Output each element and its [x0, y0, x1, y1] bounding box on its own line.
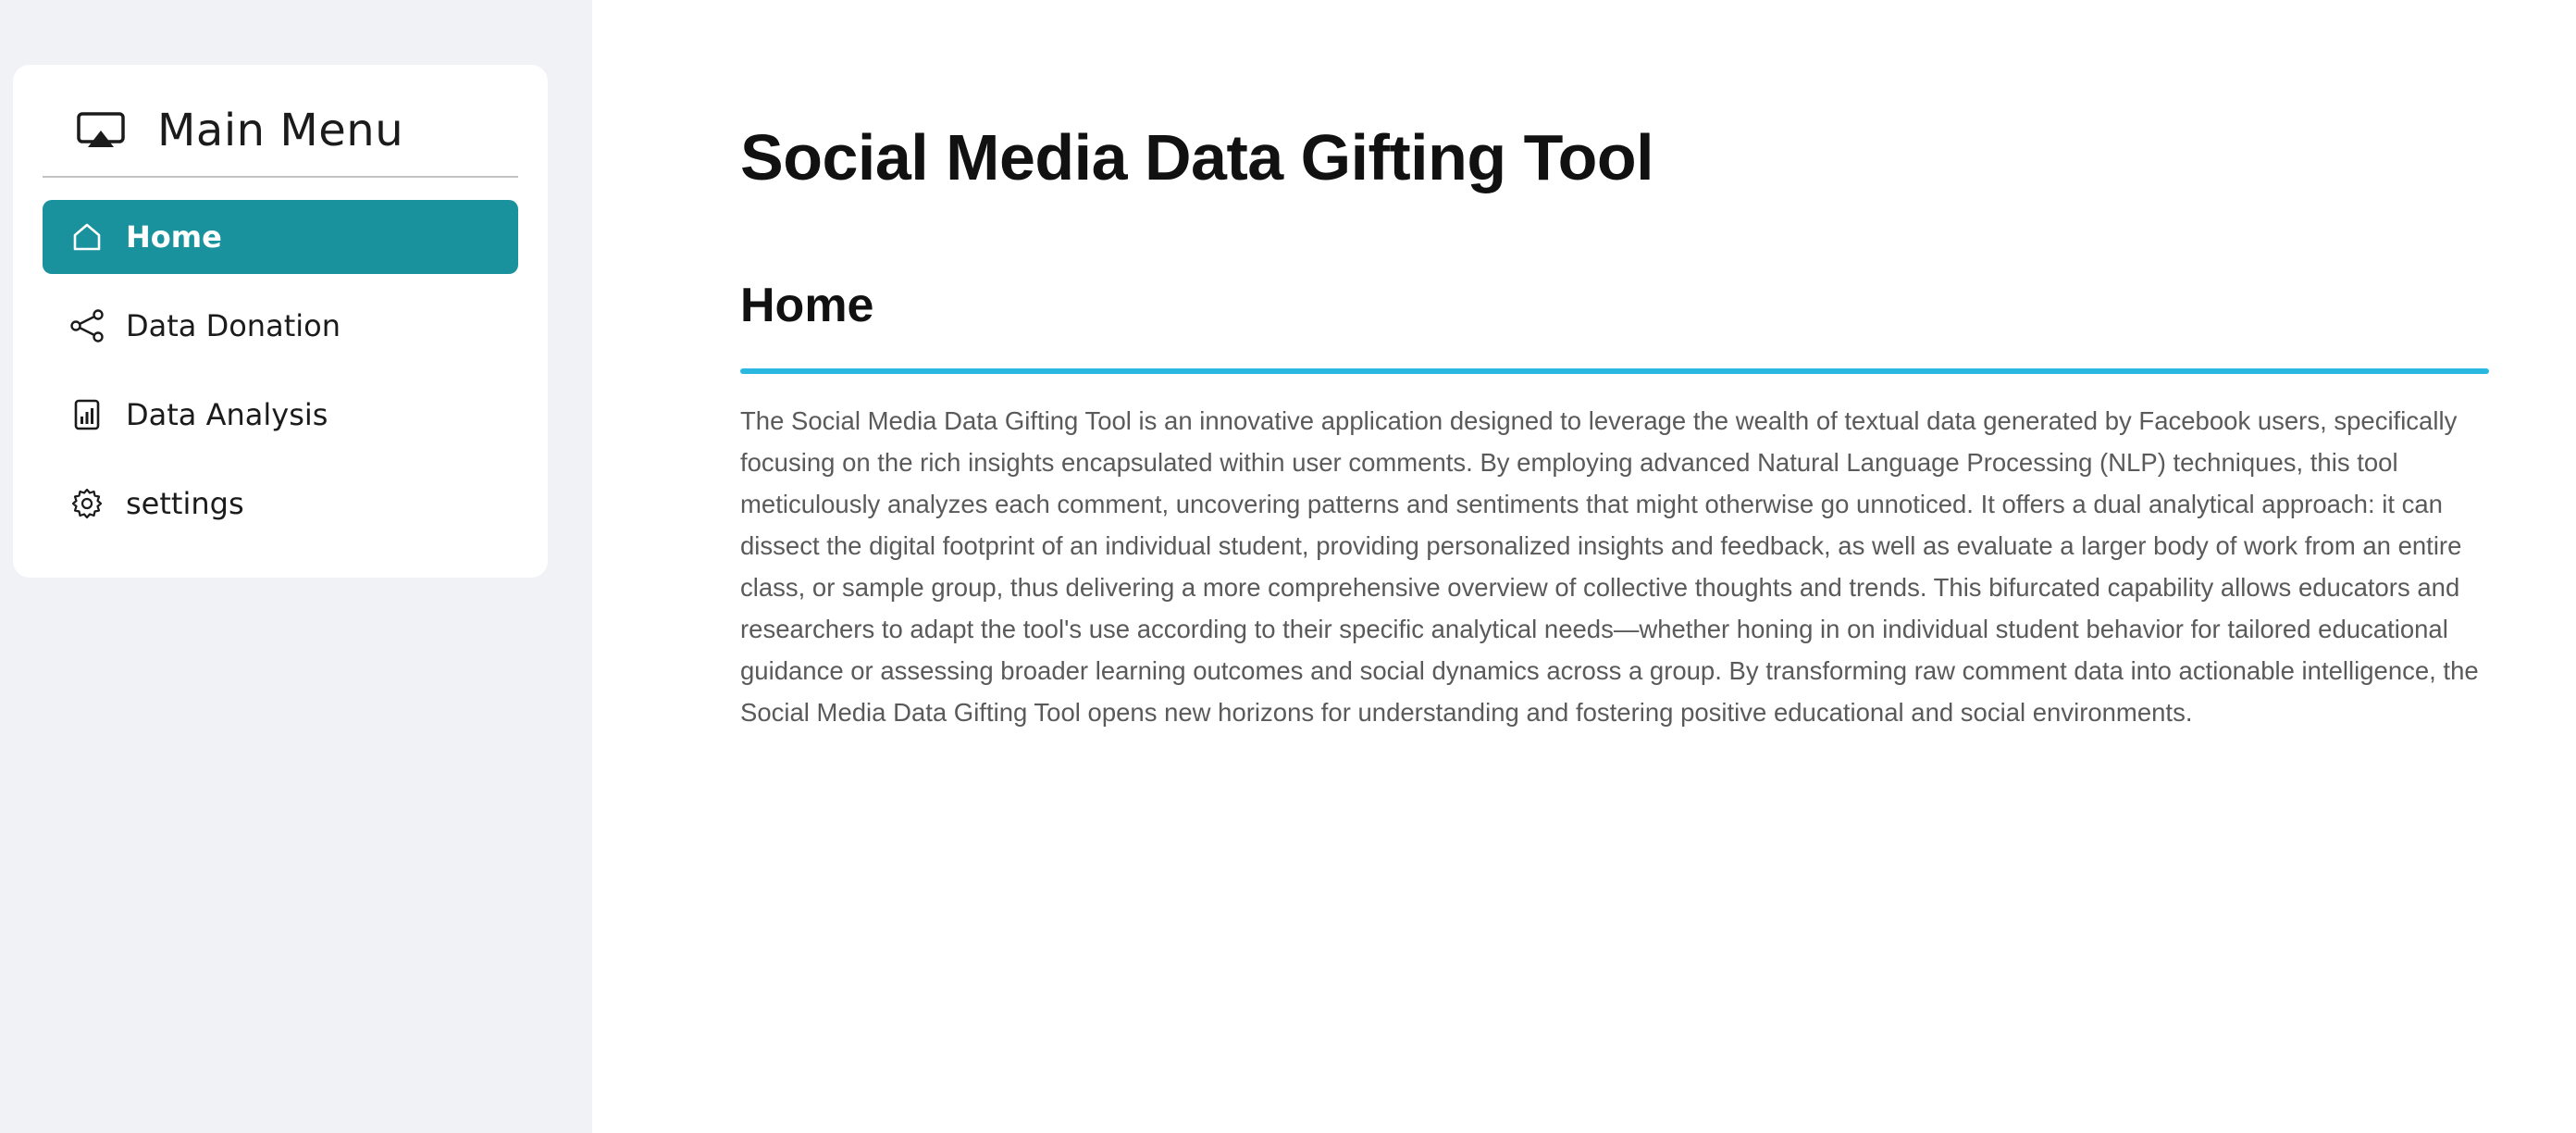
menu-title: Main Menu: [157, 105, 404, 156]
section-divider: [740, 368, 2489, 374]
sidebar-item-label: Data Donation: [126, 308, 341, 343]
main-content: Social Media Data Gifting Tool Home The …: [740, 0, 2489, 1133]
main-menu: Main Menu Home Data Donation Data Analys…: [13, 65, 548, 578]
page-title: Social Media Data Gifting Tool: [740, 121, 1654, 193]
app-window: Main Menu Home Data Donation Data Analys…: [0, 0, 2576, 1133]
menu-header: Main Menu: [43, 94, 518, 167]
menu-divider: [43, 176, 518, 178]
description-paragraph: The Social Media Data Gifting Tool is an…: [740, 406, 2479, 727]
sidebar-item-data-analysis[interactable]: Data Analysis: [43, 378, 518, 452]
sidebar-item-label: Home: [126, 219, 222, 255]
sidebar: Main Menu Home Data Donation Data Analys…: [0, 0, 592, 1133]
sidebar-item-home[interactable]: Home: [43, 200, 518, 274]
airplay-icon: [76, 110, 126, 151]
sidebar-item-data-donation[interactable]: Data Donation: [43, 289, 518, 363]
gear-icon: [68, 485, 105, 522]
share-icon: [68, 307, 105, 344]
home-icon: [68, 218, 105, 255]
sidebar-item-label: Data Analysis: [126, 397, 328, 432]
sidebar-item-settings[interactable]: settings: [43, 467, 518, 541]
section-title: Home: [740, 279, 874, 332]
sidebar-item-label: settings: [126, 486, 244, 521]
bar-chart-document-icon: [68, 396, 105, 433]
